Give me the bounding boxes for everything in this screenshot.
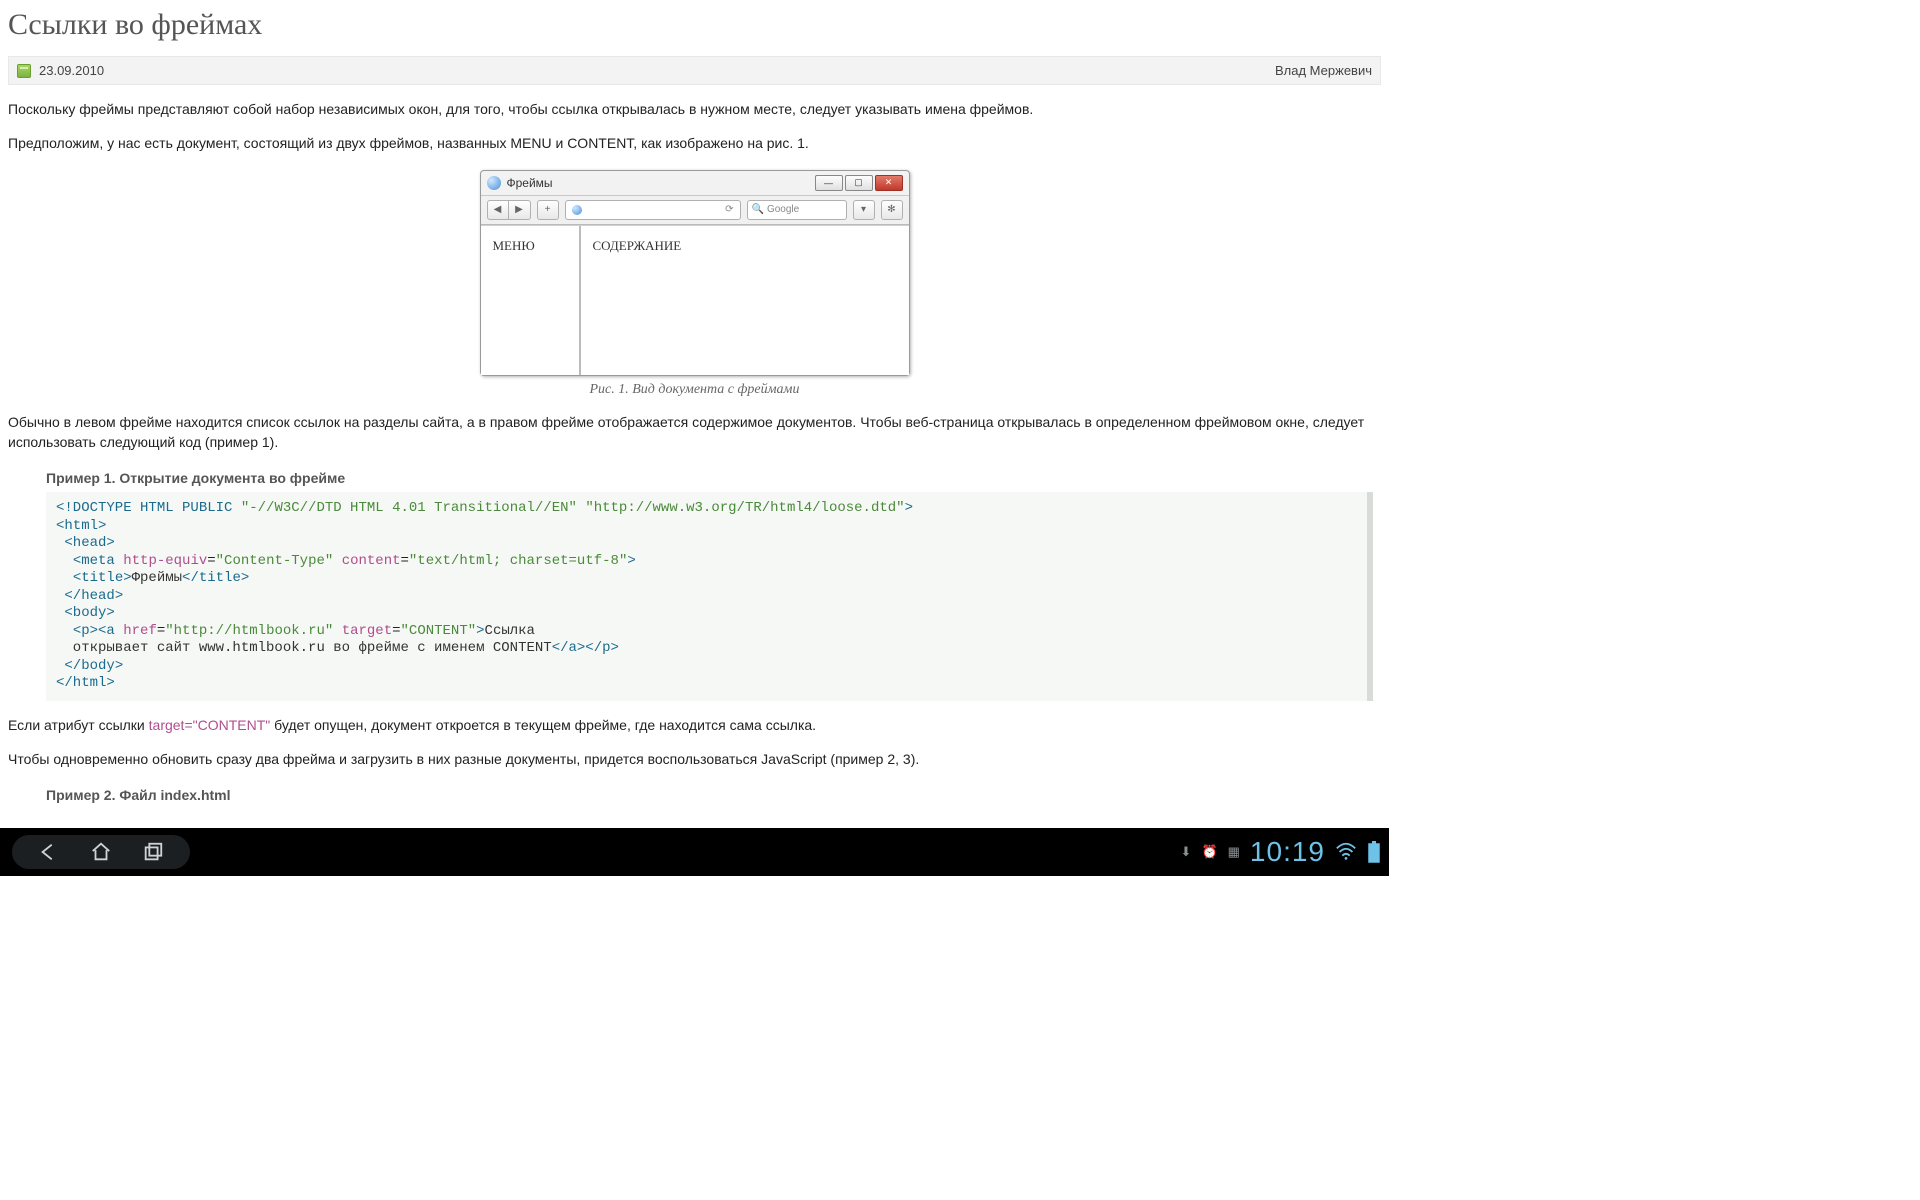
frame-content: СОДЕРЖАНИЕ — [581, 226, 909, 375]
inline-target-code: target="CONTENT" — [149, 717, 271, 733]
body-p3: Чтобы одновременно обновить сразу два фр… — [8, 749, 1381, 769]
minimize-icon: — — [815, 175, 843, 191]
frame-menu: МЕНЮ — [481, 226, 581, 375]
back-nav-icon[interactable] — [38, 841, 60, 863]
url-bar: ⟳ — [565, 200, 741, 220]
code-example-1: <!DOCTYPE HTML PUBLIC "-//W3C//DTD HTML … — [46, 492, 1373, 701]
alarm-icon[interactable]: ⏰ — [1201, 844, 1217, 860]
recent-nav-icon[interactable] — [142, 841, 164, 863]
author: Влад Мержевич — [1275, 63, 1372, 78]
forward-icon: ▶ — [509, 200, 531, 220]
status-clock[interactable]: 10:19 — [1250, 836, 1325, 868]
gear-icon: ✻ — [881, 200, 903, 220]
intro-p1: Поскольку фреймы представляют собой набо… — [8, 99, 1381, 119]
browser-mock: Фреймы — ▢ ✕ ◀ ▶ + ⟳ 🔍 — [480, 170, 910, 376]
search-box: 🔍 Google — [747, 200, 847, 220]
reload-icon: ⟳ — [725, 204, 733, 215]
close-icon: ✕ — [875, 175, 903, 191]
home-nav-icon[interactable] — [90, 841, 112, 863]
maximize-icon: ▢ — [845, 175, 873, 191]
add-tab-icon: + — [537, 200, 559, 220]
example-1-title: Пример 1. Открытие документа во фрейме — [46, 470, 1381, 486]
android-navbar: ⬇ ⏰ ▦ 10:19 — [0, 828, 1389, 876]
example-2-title: Пример 2. Файл index.html — [46, 787, 1381, 803]
download-icon[interactable]: ⬇ — [1181, 844, 1192, 860]
body-p2: Если атрибут ссылки target="CONTENT" буд… — [8, 715, 1381, 735]
body-p1: Обычно в левом фрейме находится список с… — [8, 412, 1381, 453]
wifi-icon[interactable] — [1335, 841, 1357, 863]
search-icon: 🔍 — [752, 204, 764, 215]
battery-icon[interactable] — [1367, 841, 1381, 863]
picture-icon[interactable]: ▦ — [1228, 844, 1240, 860]
globe-icon — [487, 176, 501, 190]
bookmark-icon: ▾ — [853, 200, 875, 220]
page-title: Ссылки во фреймах — [8, 8, 1381, 42]
meta-bar: 23.09.2010 Влад Мержевич — [8, 56, 1381, 85]
figure-caption: Рис. 1. Вид документа с фреймами — [8, 382, 1381, 398]
url-globe-icon — [572, 205, 582, 215]
calendar-icon — [17, 64, 31, 78]
publish-date: 23.09.2010 — [39, 63, 104, 78]
mock-window-title: Фреймы — [507, 176, 815, 190]
back-icon: ◀ — [487, 200, 509, 220]
intro-p2: Предположим, у нас есть документ, состоя… — [8, 133, 1381, 153]
